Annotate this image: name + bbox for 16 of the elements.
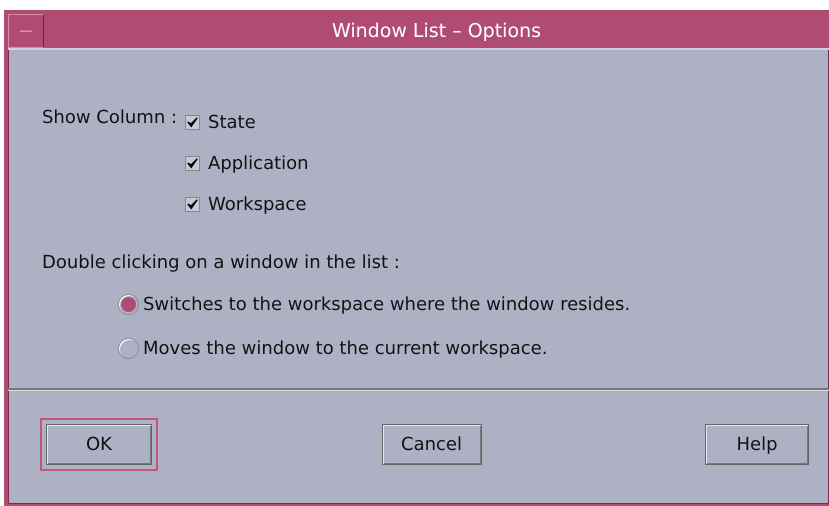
dialog-button[interactable]: Cancel: [382, 424, 482, 464]
window-title: Window List – Options: [330, 18, 542, 44]
checkbox[interactable]: [185, 115, 200, 130]
checkbox[interactable]: [185, 197, 200, 212]
checkbox-label: Application: [208, 152, 309, 176]
radio-button[interactable]: [118, 338, 139, 358]
dialog-button[interactable]: OK: [46, 424, 152, 464]
checkbox-label: Workspace: [208, 193, 306, 217]
show-column-label: Show Column :: [42, 106, 178, 130]
radio-label: Moves the window to the current workspace.: [143, 336, 548, 360]
radio-button[interactable]: [118, 294, 139, 314]
dialog-button[interactable]: Help: [705, 424, 809, 464]
checkbox-label: State: [208, 111, 256, 135]
double-click-label: Double clicking on a window in the list :: [42, 251, 401, 275]
radio-label: Switches to the workspace where the window resides.: [143, 292, 630, 316]
checkbox[interactable]: [185, 156, 200, 171]
